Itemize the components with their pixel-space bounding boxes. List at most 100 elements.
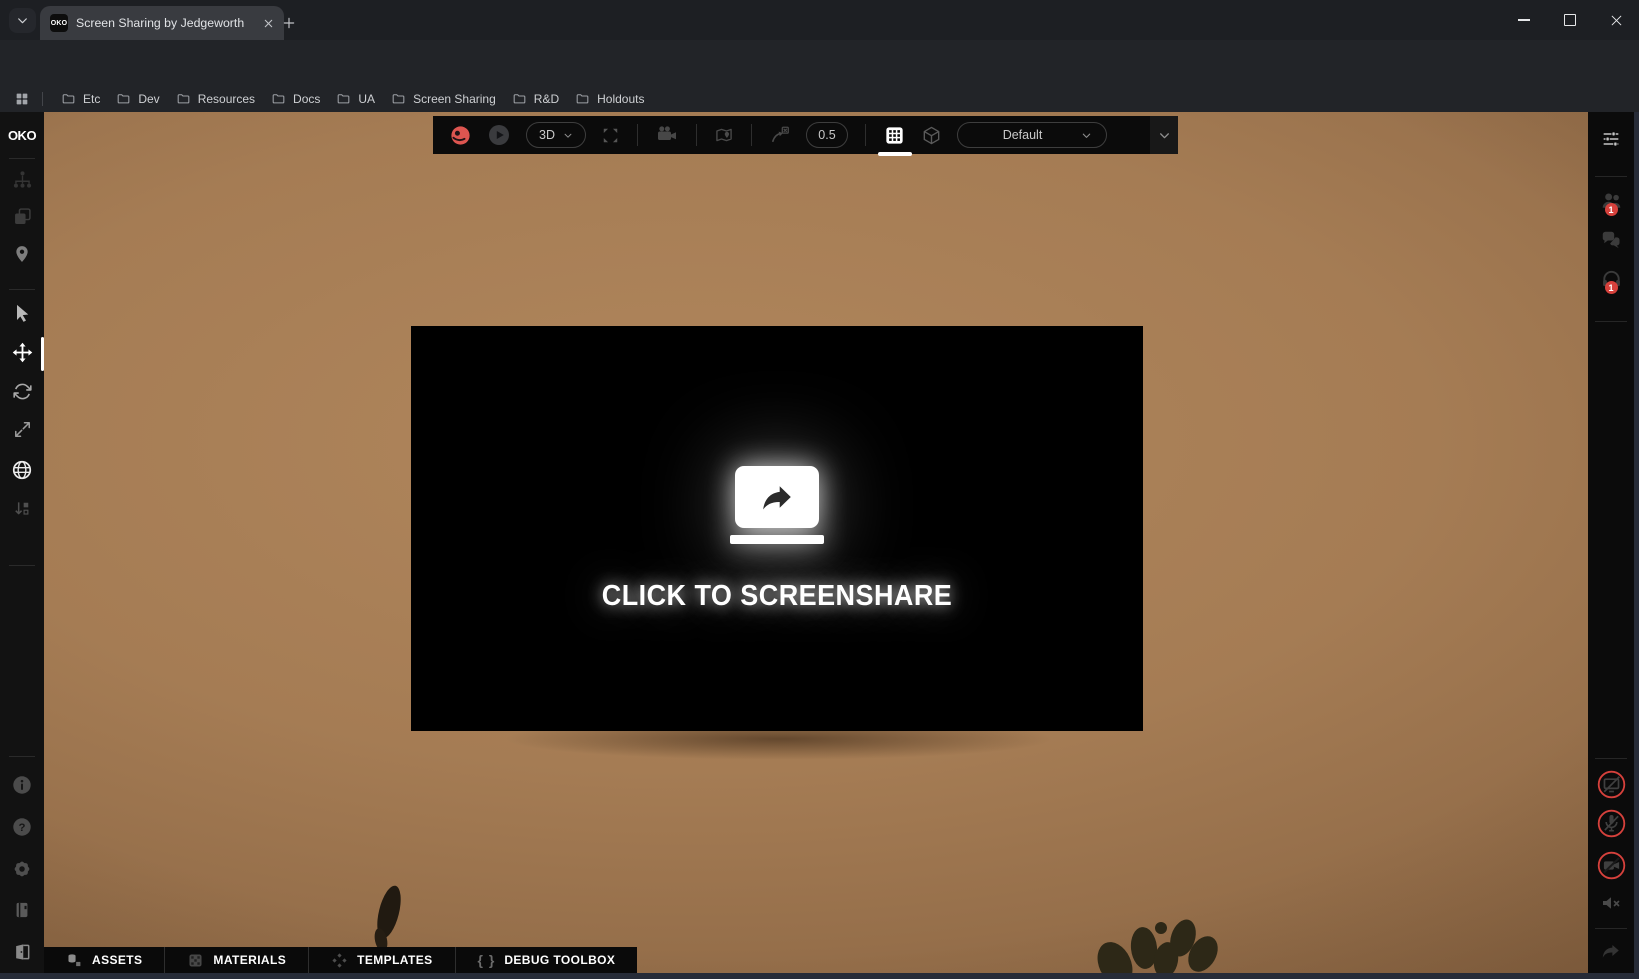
cube-view-button[interactable] [921,116,942,154]
exit-door-button[interactable] [0,942,44,962]
sidebar-divider [1595,928,1627,929]
layers-button[interactable] [0,206,44,227]
toolbar-separator [865,124,866,146]
volume-mute-button[interactable] [1588,891,1634,915]
bookmark-folder-screen-sharing[interactable]: Screen Sharing [383,88,504,109]
window-right-edge [1634,112,1639,979]
scene-hierarchy-button[interactable] [0,169,44,190]
snap-increment-input[interactable]: 0.5 [806,122,848,148]
screenshare-cta-text: CLICK TO SCREENSHARE [437,580,1118,613]
journal-button[interactable] [0,900,44,920]
screenshare-off-button[interactable] [1588,770,1634,799]
oko-logo-text: OKO [8,128,36,143]
grid-toggle-button[interactable] [883,116,906,154]
toolbar-collapse-button[interactable] [1150,116,1178,154]
window-bottom-edge [0,973,1639,979]
minimize-icon [1518,19,1530,20]
folder-icon [336,91,351,106]
dimension-mode-dropdown[interactable]: 3D [526,122,586,148]
info-button[interactable] [0,774,44,796]
sidebar-divider [1595,176,1627,177]
select-tool-button[interactable] [0,303,44,323]
bookmark-folder-resources[interactable]: Resources [168,88,263,109]
window-minimize-button[interactable] [1501,0,1547,40]
participants-badge: 1 [1605,203,1618,216]
screenshare-laptop-icon [730,466,824,544]
maximize-icon [1564,14,1576,26]
bookmark-folder-rnd[interactable]: R&D [504,88,567,109]
screenshare-screen[interactable]: CLICK TO SCREENSHARE [411,326,1143,731]
window-maximize-button[interactable] [1547,0,1593,40]
bookmarks-separator [42,92,43,106]
move-tool-button[interactable] [0,341,44,364]
voice-headset-button[interactable]: 1 [1588,267,1634,290]
play-button[interactable] [487,123,511,147]
bottom-panel-tabs: ASSETS MATERIALS TEMPLATES { } DEBUG TOO… [44,947,637,973]
apps-grid-icon[interactable] [14,91,30,107]
camera-tool-button[interactable] [655,116,679,154]
rotate-tool-button[interactable] [0,381,44,402]
bookmark-label: Etc [83,92,100,106]
bookmark-folder-holdouts[interactable]: Holdouts [567,88,652,109]
location-pin-button[interactable] [0,244,44,264]
snap-increment-value: 0.5 [818,128,835,142]
sidebar-divider [9,756,35,757]
browser-tab[interactable]: OKO Screen Sharing by Jedgeworth [40,6,284,40]
new-tab-button[interactable] [276,10,302,36]
tab-assets[interactable]: ASSETS [44,947,164,973]
bookmark-label: UA [358,92,375,106]
tab-search-button[interactable] [9,8,36,33]
bookmark-folder-etc[interactable]: Etc [53,88,108,109]
bookmark-folder-dev[interactable]: Dev [108,88,167,109]
folder-icon [391,91,406,106]
assets-icon [66,952,83,969]
render-preset-value: Default [972,128,1073,142]
close-icon [1610,14,1623,27]
sidebar-divider [1595,321,1627,322]
bookmark-label: Holdouts [597,92,644,106]
debug-braces-icon: { } [478,952,496,968]
folder-icon [116,91,131,106]
browser-titlebar: OKO Screen Sharing by Jedgeworth [0,0,1639,40]
map-pin-tool-button[interactable] [714,116,734,154]
camera-off-button[interactable] [1588,851,1634,880]
fullscreen-expand-button[interactable] [601,116,620,154]
bookmark-folder-docs[interactable]: Docs [263,88,328,109]
participants-button[interactable]: 1 [1588,189,1634,212]
folder-icon [512,91,527,106]
avatar-mode-icon[interactable] [449,124,472,147]
active-tool-indicator [41,337,44,371]
site-favicon: OKO [50,14,68,32]
bookmark-folder-ua[interactable]: UA [328,88,383,109]
folder-icon [61,91,76,106]
folder-icon [575,91,590,106]
oko-logo: OKO [0,128,44,143]
cactus-decoration [1060,900,1270,979]
globe-tool-button[interactable] [0,459,44,481]
settings-gear-button[interactable] [0,858,44,880]
oko-editor-app: CLICK TO SCREENSHARE [0,112,1639,979]
chevron-down-icon [563,130,573,141]
chat-button[interactable] [1588,229,1634,251]
properties-sliders-button[interactable] [1588,128,1634,150]
microphone-off-button[interactable] [1588,809,1634,838]
tab-debug-toolbox[interactable]: { } DEBUG TOOLBOX [456,947,638,973]
share-forward-button[interactable] [1588,940,1634,962]
tab-close-icon[interactable] [263,18,274,29]
left-sidebar: OKO [0,112,44,979]
help-button[interactable]: ? [0,816,44,838]
tab-materials[interactable]: MATERIALS [165,947,308,973]
tab-label: TEMPLATES [357,953,432,967]
scale-tool-button[interactable] [0,420,44,439]
render-preset-dropdown[interactable]: Default [957,122,1107,148]
tab-templates[interactable]: TEMPLATES [309,947,454,973]
sidebar-divider [9,565,35,566]
laptop-base [730,535,824,544]
viewport-3d[interactable]: CLICK TO SCREENSHARE [44,112,1588,979]
window-controls [1501,0,1639,40]
sort-order-button[interactable] [0,499,44,519]
laptop-share-icon [735,466,819,528]
chevron-down-icon [1081,130,1092,141]
snap-toggle-button[interactable] [769,116,791,154]
window-close-button[interactable] [1593,0,1639,40]
